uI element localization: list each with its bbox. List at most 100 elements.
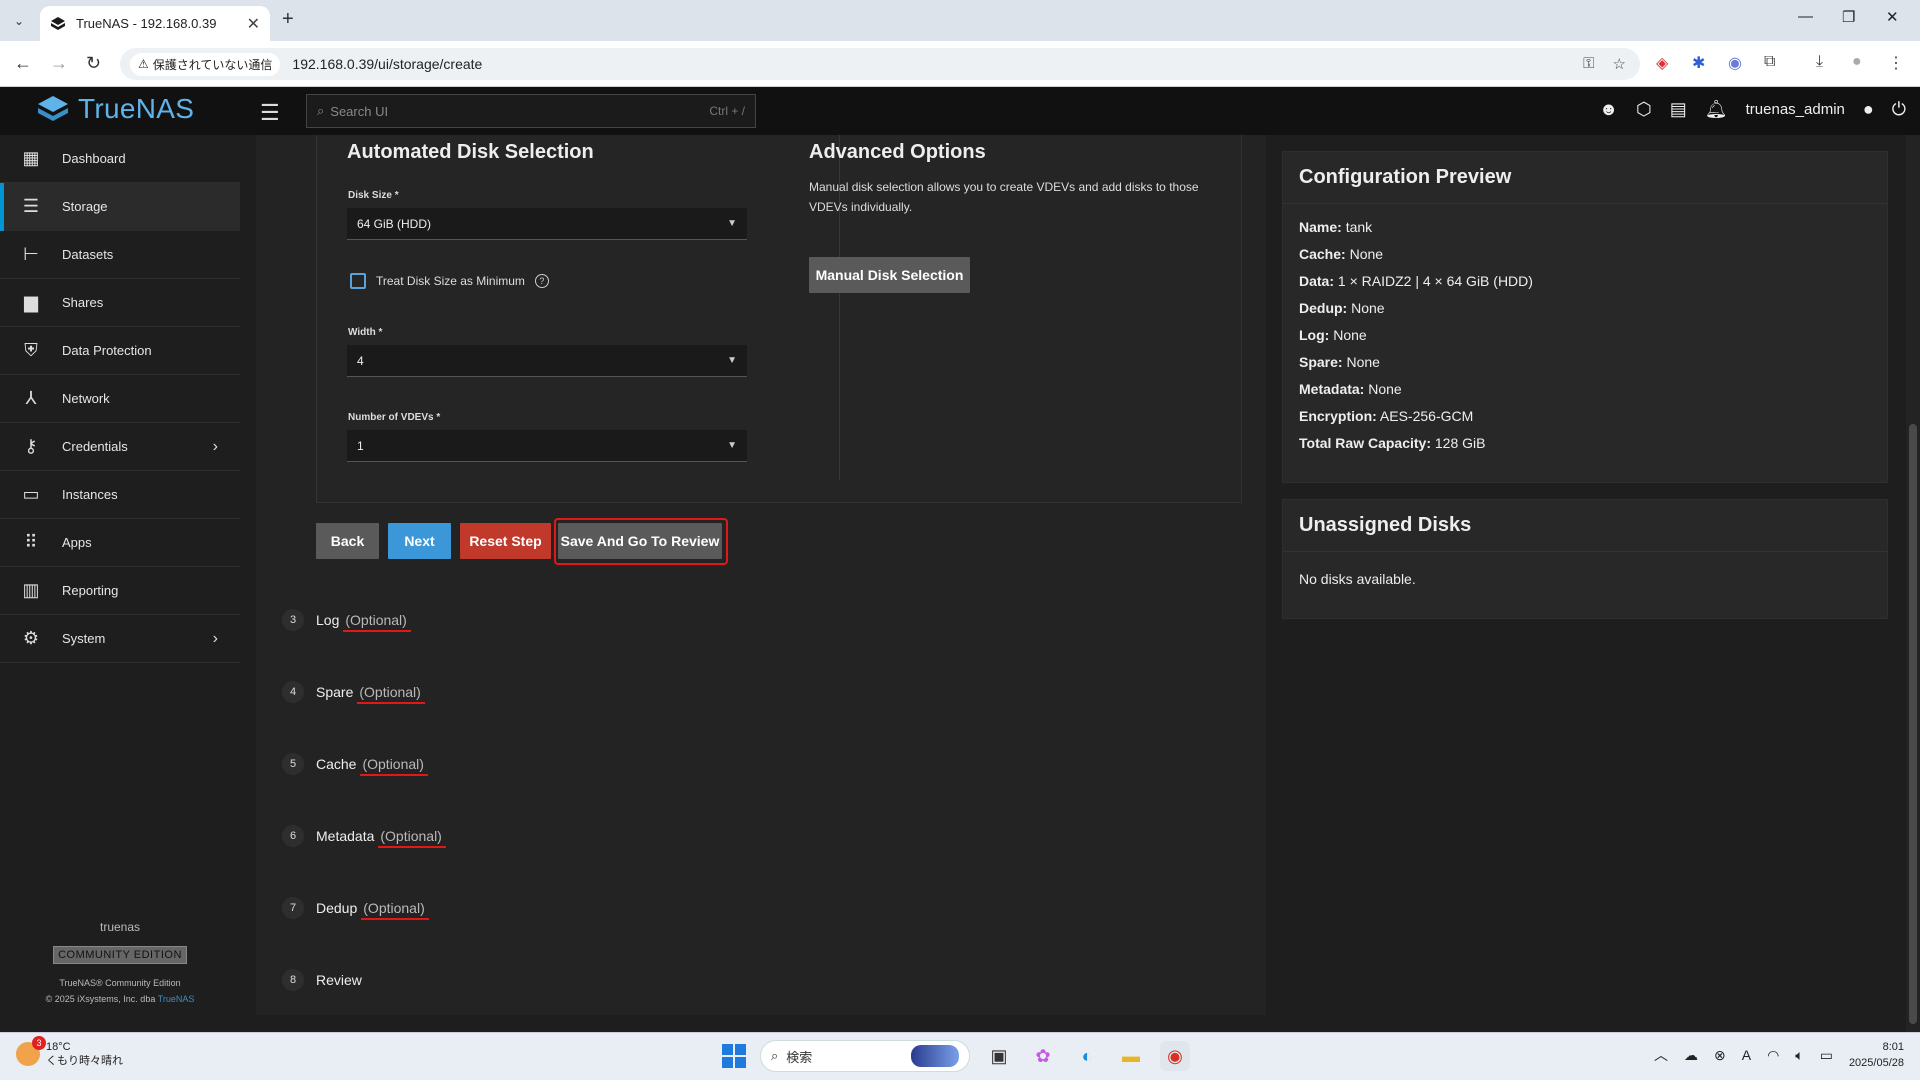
tray-chevron-up-icon[interactable]: ︿ — [1654, 1045, 1668, 1065]
manual-disk-selection-button[interactable]: Manual Disk Selection — [809, 257, 970, 293]
step-spare[interactable]: 4 Spare (Optional) — [282, 681, 426, 704]
notifications-bell-icon[interactable]: 🔔︎ — [1705, 99, 1728, 120]
help-icon[interactable]: ? — [534, 274, 549, 288]
username[interactable]: truenas_admin — [1746, 101, 1845, 118]
sidebar-item-credentials[interactable]: ⚷ Credentials › — [0, 423, 240, 471]
sidebar-item-network[interactable]: ⅄ Network — [0, 375, 240, 423]
no-disks-text: No disks available. — [1299, 571, 1416, 587]
minimize-icon[interactable]: — — [1798, 8, 1813, 25]
step-metadata[interactable]: 6 Metadata (Optional) — [282, 825, 447, 848]
forward-arrow-icon[interactable]: → — [50, 53, 68, 74]
windows-start-icon[interactable] — [722, 1044, 746, 1068]
laptop-icon: ▭ — [22, 484, 40, 504]
windows-taskbar: 3 18°C くもり時々晴れ ⌕ 検索 ▣ ✿ ◐ ▬ ◉ ︿ ☁ ⊗ A ◠ … — [0, 1032, 1920, 1080]
account-circle-icon[interactable]: ● — [1863, 99, 1874, 120]
back-button[interactable]: Back — [316, 523, 379, 559]
chrome-icon[interactable]: ◉ — [1160, 1041, 1190, 1071]
file-explorer-icon[interactable]: ▬ — [1116, 1041, 1146, 1071]
hostname: truenas — [99, 920, 141, 934]
sidebar-item-apps[interactable]: ⠿ Apps — [0, 519, 240, 567]
sidebar-item-data-protection[interactable]: ⛨ Data Protection — [0, 327, 240, 375]
reload-icon[interactable]: ↻ — [86, 53, 101, 74]
close-tab-icon[interactable]: ✕ — [247, 14, 260, 34]
sidebar-item-label: Network — [62, 391, 110, 406]
download-icon[interactable]: ⤓ — [1816, 53, 1823, 71]
translate-extension-icon[interactable]: ◉ — [1728, 53, 1742, 73]
bookmark-star-icon[interactable]: ☆ — [1613, 55, 1626, 73]
truenas-link[interactable]: TrueNAS — [158, 994, 195, 1004]
next-button[interactable]: Next — [388, 523, 451, 559]
sidebar-item-reporting[interactable]: ▥ Reporting — [0, 567, 240, 615]
window-close-icon[interactable]: ✕ — [1886, 8, 1899, 26]
dashboard-icon: ▦ — [22, 148, 40, 168]
new-tab-icon[interactable]: + — [282, 8, 294, 31]
step-number: 6 — [282, 825, 304, 847]
browser-menu-icon[interactable]: ⋮ — [1888, 53, 1904, 73]
truenas-logo[interactable]: TrueNAS — [36, 93, 194, 125]
password-key-icon[interactable]: ⚿ — [1583, 55, 1594, 73]
power-icon[interactable]: ⏻ — [1892, 99, 1906, 120]
ime-icon[interactable]: A — [1742, 1047, 1751, 1063]
edition-badge: COMMUNITY EDITION — [53, 946, 187, 964]
step-review[interactable]: 8 Review — [282, 969, 362, 991]
preview-row: Log: None — [1299, 327, 1367, 343]
menu-toggle-icon[interactable]: ☰ — [260, 100, 280, 126]
browser-tab[interactable]: TrueNAS - 192.168.0.39 ✕ — [40, 6, 270, 41]
onedrive-cloud-icon[interactable]: ☁ — [1684, 1047, 1698, 1064]
task-view-icon[interactable]: ▣ — [984, 1041, 1014, 1071]
width-select[interactable]: 4 ▼ — [347, 345, 747, 377]
extensions-puzzle-icon[interactable]: ⧉ — [1764, 53, 1775, 71]
step-optional: (Optional) — [378, 828, 447, 848]
sidebar-item-storage[interactable]: ☰ Storage — [0, 183, 240, 231]
treat-min-checkbox[interactable] — [350, 273, 366, 289]
disk-size-select[interactable]: 64 GiB (HDD) ▼ — [347, 208, 747, 240]
xbox-icon[interactable]: ⊗ — [1714, 1047, 1726, 1064]
sidebar-item-datasets[interactable]: ⊢ Datasets — [0, 231, 240, 279]
step-cache[interactable]: 5 Cache (Optional) — [282, 753, 429, 776]
step-dedup[interactable]: 7 Dedup (Optional) — [282, 897, 430, 920]
tab-search-icon[interactable]: ⌄ — [8, 10, 30, 32]
sidebar-item-instances[interactable]: ▭ Instances — [0, 471, 240, 519]
pocket-extension-icon[interactable]: ◈ — [1656, 53, 1668, 73]
step-log[interactable]: 3 Log (Optional) — [282, 609, 412, 632]
sidebar-item-shares[interactable]: ▆ Shares — [0, 279, 240, 327]
sidebar-item-dashboard[interactable]: ▦ Dashboard — [0, 135, 240, 183]
extension-icon[interactable]: ✱ — [1692, 53, 1705, 73]
clock[interactable]: 8:01 2025/05/28 — [1849, 1039, 1904, 1071]
volume-icon[interactable]: 🔈︎ — [1795, 1047, 1803, 1064]
security-chip-label: 保護されていない通信 — [152, 57, 273, 72]
shield-icon: ⛨ — [24, 340, 38, 360]
security-chip[interactable]: ⚠ 保護されていない通信 — [130, 52, 281, 76]
wifi-icon[interactable]: ◠ — [1767, 1047, 1779, 1064]
restore-icon[interactable]: ❐ — [1842, 8, 1855, 26]
step-label: Cache — [316, 756, 357, 772]
battery-icon[interactable]: ▭ — [1820, 1047, 1833, 1064]
weather-icon: 3 — [16, 1036, 46, 1066]
weather-widget[interactable]: 3 18°C くもり時々晴れ — [16, 1036, 123, 1068]
truenas-logo-icon — [38, 96, 68, 121]
vdevs-select[interactable]: 1 ▼ — [347, 430, 747, 462]
sidebar-item-system[interactable]: ⚙ System › — [0, 615, 240, 663]
jobs-clipboard-icon[interactable]: ▤ — [1670, 99, 1687, 120]
feedback-smiley-icon[interactable]: ☻ — [1599, 99, 1618, 120]
step-optional: (Optional) — [343, 612, 412, 632]
search-ui-input[interactable]: ⌕ Search UI Ctrl + / — [306, 94, 756, 128]
step-label: Dedup — [316, 900, 358, 916]
treat-min-label: Treat Disk Size as Minimum — [376, 274, 525, 288]
truecommand-icon[interactable]: ⬡ — [1636, 99, 1652, 120]
copyright-line-1: TrueNAS® Community Edition — [59, 978, 181, 988]
step-optional: (Optional) — [360, 756, 429, 776]
treat-min-row: Treat Disk Size as Minimum ? — [350, 273, 549, 289]
profile-icon[interactable]: ● — [1852, 53, 1862, 71]
preview-row: Encryption: AES-256-GCM — [1299, 408, 1474, 424]
back-arrow-icon[interactable]: ← — [14, 53, 32, 74]
address-bar[interactable]: ⚠ 保護されていない通信 192.168.0.39/ui/storage/cre… — [120, 48, 1640, 80]
right-panel: Configuration Preview Name: tank Cache: … — [1282, 135, 1888, 619]
step-number: 3 — [282, 609, 304, 631]
edge-icon[interactable]: ◐ — [1072, 1041, 1102, 1071]
reset-step-button[interactable]: Reset Step — [460, 523, 551, 559]
taskbar-search[interactable]: ⌕ 検索 — [760, 1040, 970, 1072]
page-scrollbar-thumb[interactable] — [1909, 424, 1917, 1024]
copilot-icon[interactable]: ✿ — [1028, 1041, 1058, 1071]
network-icon: ⅄ — [25, 388, 37, 408]
